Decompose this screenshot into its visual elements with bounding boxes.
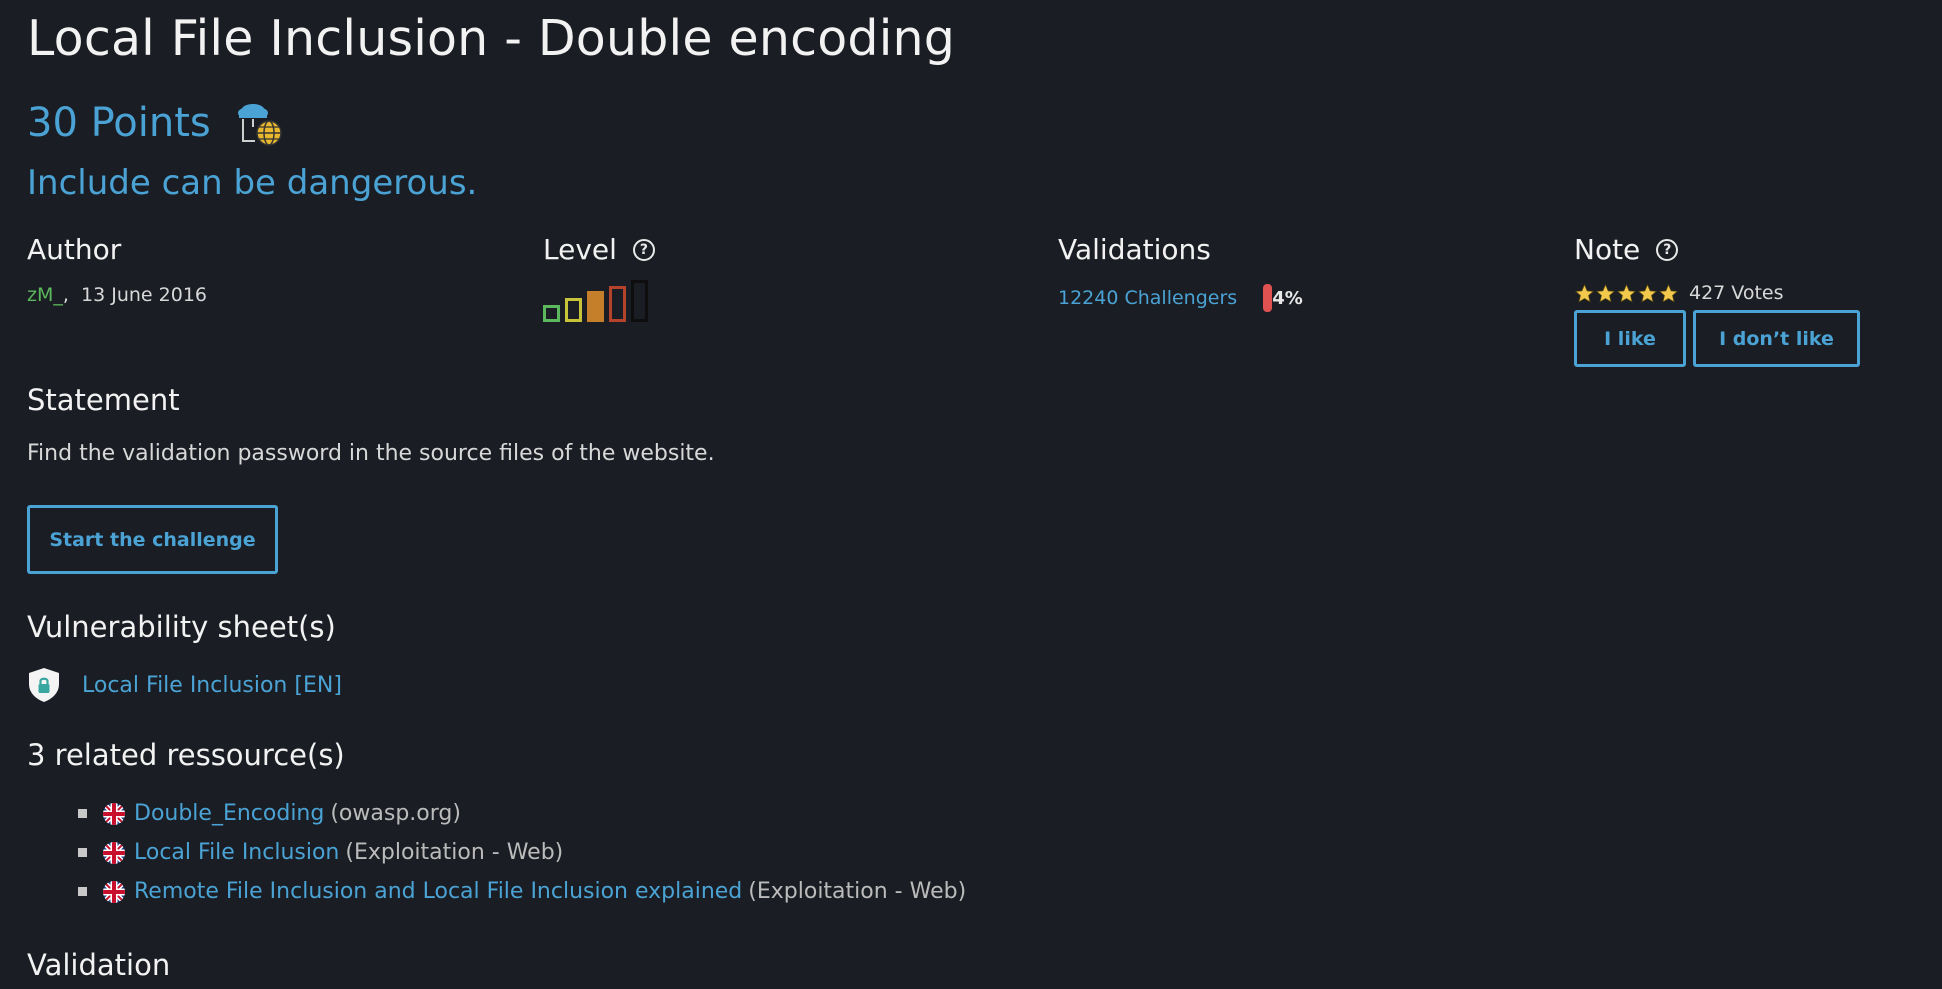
dislike-button[interactable]: I don’t like (1693, 310, 1860, 367)
author-heading: Author (27, 233, 122, 266)
validation-heading: Validation (27, 948, 171, 982)
author-section: Author zM_, 13 June 2016 (27, 233, 207, 306)
vulnerability-sheet-link[interactable]: Local File Inclusion [EN] (82, 673, 342, 698)
author-line: zM_, 13 June 2016 (27, 284, 207, 306)
page-title: Local File Inclusion - Double encoding (27, 10, 956, 67)
resources-list: Double_Encoding (owasp.org) Local File I… (78, 794, 966, 911)
level-section: Level ? (543, 233, 655, 322)
vote-buttons: I like I don’t like (1574, 310, 1860, 367)
resource-link[interactable]: Remote File Inclusion and Local File Inc… (134, 879, 742, 904)
validations-section: Validations 12240 Challengers 4% (1058, 233, 1303, 312)
uk-flag-icon (103, 841, 125, 864)
uk-flag-icon (103, 880, 125, 903)
level-bar-1 (543, 305, 560, 322)
challenge-page: Local File Inclusion - Double encoding 3… (0, 0, 1942, 989)
challenge-tagline: Include can be dangerous. (27, 163, 478, 203)
star-icon (1574, 283, 1595, 303)
note-heading-row: Note ? (1574, 233, 1860, 266)
help-icon[interactable]: ? (632, 238, 655, 261)
vulnerability-heading: Vulnerability sheet(s) (27, 610, 336, 644)
validation-rate-bar (1263, 284, 1273, 312)
resource-source: (Exploitation - Web) (748, 879, 967, 904)
author-link[interactable]: zM_ (27, 284, 63, 306)
like-button[interactable]: I like (1574, 310, 1686, 367)
list-item: Remote File Inclusion and Local File Inc… (78, 872, 966, 911)
list-item: Local File Inclusion (Exploitation - Web… (78, 833, 966, 872)
resource-link[interactable]: Local File Inclusion (134, 840, 339, 865)
points-value: 30 Points (27, 100, 211, 146)
level-heading-row: Level ? (543, 233, 655, 266)
start-challenge-button[interactable]: Start the challenge (27, 505, 278, 574)
resources-heading: 3 related ressource(s) (27, 738, 345, 772)
vulnerability-sheet-row: Local File Inclusion [EN] (27, 667, 342, 703)
validations-heading: Validations (1058, 233, 1211, 266)
points-row: 30 Points (27, 97, 285, 149)
level-bar-4 (609, 286, 626, 322)
rating-line: 427 Votes (1574, 282, 1860, 304)
statement-heading: Statement (27, 383, 180, 417)
author-separator: , (62, 284, 69, 306)
level-bar-2 (565, 298, 582, 322)
level-heading: Level (543, 233, 617, 266)
level-bar-3 (587, 291, 604, 322)
statement-text: Find the validation password in the sour… (27, 441, 715, 466)
bullet (78, 848, 87, 857)
difficulty-level-bars (543, 280, 655, 322)
resource-source: (owasp.org) (330, 801, 461, 826)
resource-link[interactable]: Double_Encoding (134, 801, 324, 826)
star-icon (1658, 283, 1679, 303)
validations-line: 12240 Challengers 4% (1058, 284, 1303, 312)
note-heading: Note (1574, 233, 1641, 266)
bullet (78, 809, 87, 818)
star-icon (1616, 283, 1637, 303)
uk-flag-icon (103, 802, 125, 825)
web-server-cloud-icon (237, 104, 282, 146)
validation-rate: 4% (1272, 287, 1303, 309)
publish-date: 13 June 2016 (81, 284, 208, 306)
star-icon (1637, 283, 1658, 303)
note-section: Note ? 427 Votes I like I don’t like (1574, 233, 1860, 367)
resource-source: (Exploitation - Web) (345, 840, 564, 865)
list-item: Double_Encoding (owasp.org) (78, 794, 966, 833)
star-icon (1595, 283, 1616, 303)
help-icon[interactable]: ? (1656, 238, 1679, 261)
votes-count: 427 Votes (1689, 282, 1784, 304)
shield-lock-icon (29, 668, 59, 702)
star-rating (1574, 283, 1679, 304)
challengers-link[interactable]: 12240 Challengers (1058, 287, 1237, 309)
level-bar-5 (631, 280, 648, 322)
bullet (78, 887, 87, 896)
